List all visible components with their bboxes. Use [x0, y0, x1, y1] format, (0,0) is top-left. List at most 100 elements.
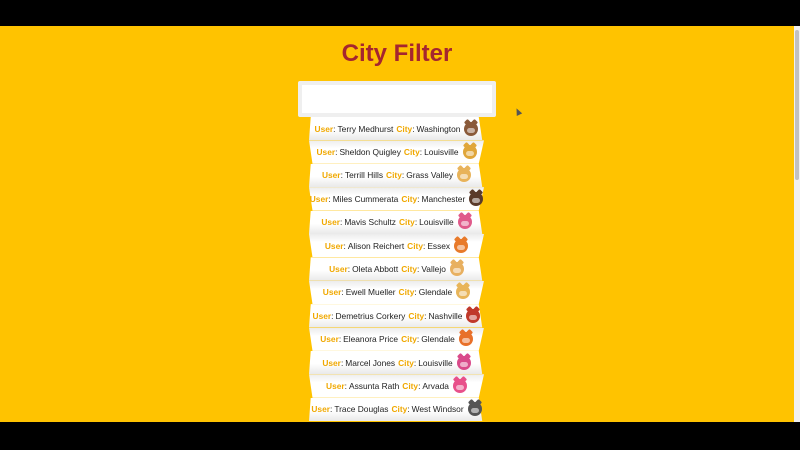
list-item-content: User: Sheldon Quigley City: Louisville	[309, 140, 484, 163]
user-name: Miles Cummerata	[332, 193, 399, 204]
city-label-colon: :	[412, 123, 415, 134]
city-label: City	[399, 217, 415, 228]
city-name: Nashville	[428, 310, 463, 321]
list-item: User: Terrill Hills City: Grass Valley	[309, 163, 484, 188]
list-item: User: Trace Douglas City: West Windsor	[309, 397, 484, 422]
user-label-colon: :	[328, 193, 331, 204]
city-label-colon: :	[401, 170, 405, 181]
cat-avatar-icon	[456, 355, 471, 370]
page-scrollbar[interactable]	[794, 26, 800, 422]
cat-avatar-icon	[457, 215, 472, 230]
page-title: City Filter	[341, 40, 453, 67]
list-item-content: User: Demetrius Corkery City: Nashville	[309, 304, 484, 327]
list-item-content: User: Terry Medhurst City: Washington	[309, 117, 484, 140]
list-item: User: Oleta Abbott City: Vallejo	[309, 257, 484, 281]
city-label-colon: :	[417, 193, 420, 204]
city-label-colon: :	[414, 287, 417, 298]
list-item: User: Demetrius Corkery City: Nashville	[309, 304, 484, 328]
city-label-colon: :	[413, 357, 417, 368]
list-item: User: Assunta Rath City: Arvada	[309, 374, 484, 398]
user-label-colon: :	[347, 264, 351, 275]
user-label-colon: :	[330, 404, 333, 415]
list-item-content: User: Eleanora Price City: Glendale	[309, 328, 484, 351]
city-name: Louisville	[419, 217, 454, 228]
cat-avatar-icon	[469, 191, 484, 206]
city-name: West Windsor	[411, 404, 464, 415]
user-name: Trace Douglas	[334, 404, 389, 415]
city-name: Louisville	[424, 147, 459, 158]
user-name: Terrill Hills	[344, 170, 384, 181]
user-label: User	[329, 264, 348, 275]
cat-avatar-icon	[458, 332, 473, 347]
user-name: Oleta Abbott	[352, 264, 399, 275]
list-item: User: Ewell Mueller City: Glendale	[309, 280, 484, 305]
mouse-cursor-icon	[513, 107, 523, 116]
city-label: City	[402, 380, 419, 391]
cat-avatar-icon	[467, 402, 482, 417]
list-item-content: User: Marcel Jones City: Louisville	[309, 351, 484, 374]
city-label: City	[396, 123, 413, 134]
user-label-colon: :	[333, 123, 336, 134]
city-name: Glendale	[421, 334, 455, 345]
user-label-colon: :	[341, 287, 344, 298]
user-label-colon: :	[340, 357, 344, 368]
user-label: User	[316, 147, 336, 158]
list-item: User: Marcel Jones City: Louisville	[309, 350, 484, 375]
city-label-colon: :	[417, 264, 420, 275]
city-label-colon: :	[424, 310, 427, 321]
user-label: User	[322, 357, 341, 368]
user-name: Eleanora Price	[343, 334, 399, 345]
user-label: User	[311, 404, 330, 415]
city-filter-input[interactable]	[302, 85, 492, 113]
list-item-content: User: Trace Douglas City: West Windsor	[309, 398, 484, 421]
city-label: City	[408, 310, 425, 321]
list-item: User: Mavis Schultz City: Louisville	[309, 210, 484, 234]
user-label: User	[309, 193, 329, 204]
city-name: Grass Valley	[406, 170, 454, 181]
city-name: Washington	[416, 123, 461, 134]
city-label-colon: :	[416, 334, 420, 345]
user-name: Assunta Rath	[348, 380, 400, 391]
city-label-colon: :	[418, 380, 421, 391]
city-label-colon: :	[414, 217, 418, 228]
city-label-colon: :	[422, 240, 426, 251]
list-item-content: User: Alison Reichert City: Essex	[309, 234, 484, 257]
list-item: User: Alison Reichert City: Essex	[309, 233, 484, 258]
user-label-colon: :	[344, 380, 347, 391]
city-label: City	[401, 264, 418, 275]
user-name: Alison Reichert	[347, 240, 405, 251]
city-name: Glendale	[418, 287, 453, 298]
cat-avatar-icon	[449, 262, 464, 277]
user-label: User	[321, 217, 340, 228]
user-label-colon: :	[331, 310, 334, 321]
city-label: City	[401, 334, 417, 345]
list-item-content: User: Oleta Abbott City: Vallejo	[309, 257, 484, 280]
list-item: User: Eleanora Price City: Glendale	[309, 327, 484, 351]
city-label: City	[398, 287, 415, 298]
city-label: City	[403, 147, 420, 158]
user-label-colon: :	[343, 240, 346, 251]
user-name: Sheldon Quigley	[339, 147, 401, 158]
city-label: City	[386, 170, 402, 181]
user-label: User	[312, 310, 332, 321]
user-label-colon: :	[340, 170, 343, 181]
cat-avatar-icon	[457, 168, 472, 183]
list-item-content: User: Terrill Hills City: Grass Valley	[309, 164, 484, 187]
user-label: User	[324, 240, 344, 251]
user-list: User: Terry Medhurst City: Washington User: S…	[309, 117, 484, 422]
user-name: Demetrius Corkery	[335, 310, 406, 321]
user-label: User	[322, 287, 342, 298]
scrollbar-thumb[interactable]	[795, 30, 799, 180]
user-name: Ewell Mueller	[345, 287, 396, 298]
list-item: User: Terry Medhurst City: Washington	[309, 117, 484, 141]
user-label-colon: :	[338, 334, 342, 345]
list-item-content: User: Ewell Mueller City: Glendale	[309, 281, 484, 304]
user-label-colon: :	[335, 147, 338, 158]
cat-avatar-icon	[454, 238, 469, 253]
cat-avatar-icon	[466, 308, 481, 323]
list-item-content: User: Mavis Schultz City: Louisville	[309, 211, 484, 234]
user-name: Mavis Schultz	[344, 217, 396, 228]
user-label: User	[321, 170, 341, 181]
filter-box	[298, 81, 496, 117]
city-name: Arvada	[422, 380, 449, 391]
